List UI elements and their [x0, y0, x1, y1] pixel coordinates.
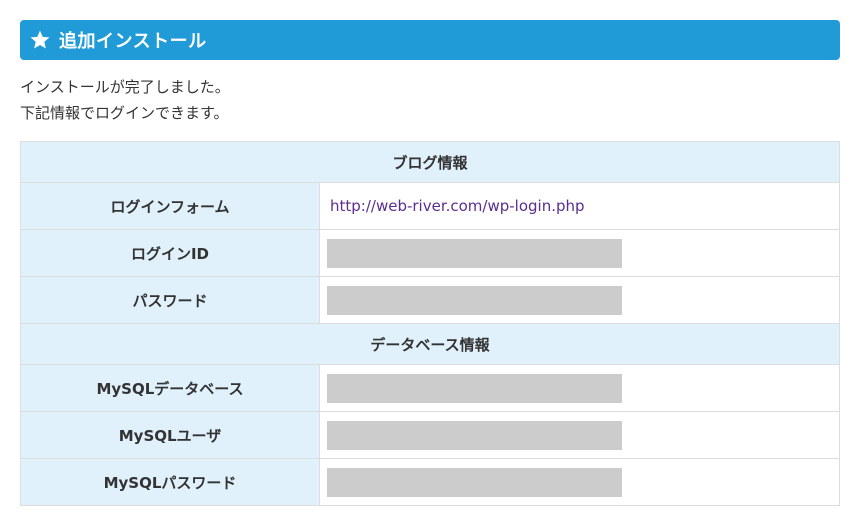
table-row: ログインフォーム http://web-river.com/wp-login.p… — [20, 182, 840, 230]
login-id-label: ログインID — [20, 229, 320, 277]
star-icon — [30, 30, 50, 49]
table-row: パスワード — [20, 276, 840, 324]
table-row: ログインID — [20, 229, 840, 277]
table-row: MySQLパスワード — [20, 458, 840, 506]
section-blog-info: ブログ情報 — [20, 141, 840, 183]
password-label: パスワード — [20, 276, 320, 324]
redacted-login-id — [327, 238, 622, 268]
completion-message: インストールが完了しました。 下記情報でログインできます。 — [20, 74, 230, 126]
table-row: MySQLユーザ — [20, 411, 840, 459]
header-title: 追加インストール — [59, 31, 207, 52]
section-title-database: データベース情報 — [20, 323, 840, 365]
redacted-mysql-password — [327, 467, 622, 497]
redacted-mysql-user — [327, 420, 622, 450]
password-value — [319, 276, 840, 324]
message-line-2: 下記情報でログインできます。 — [20, 104, 229, 122]
section-title-blog: ブログ情報 — [20, 141, 840, 183]
mysql-password-value — [319, 458, 840, 506]
mysql-database-label: MySQLデータベース — [20, 364, 320, 412]
credentials-table: ブログ情報 ログインフォーム http://web-river.com/wp-l… — [20, 141, 840, 506]
header-bar: 追加インストール — [20, 20, 840, 60]
mysql-user-value — [319, 411, 840, 459]
mysql-password-label: MySQLパスワード — [20, 458, 320, 506]
mysql-user-label: MySQLユーザ — [20, 411, 320, 459]
login-form-value: http://web-river.com/wp-login.php — [319, 182, 840, 230]
message-line-1: インストールが完了しました。 — [20, 78, 230, 96]
redacted-mysql-database — [327, 373, 622, 403]
section-database-info: データベース情報 — [20, 323, 840, 365]
login-form-label: ログインフォーム — [20, 182, 320, 230]
install-complete-panel: 追加インストール インストールが完了しました。 下記情報でログインできます。 ブ… — [0, 0, 860, 526]
login-form-link[interactable]: http://web-river.com/wp-login.php — [327, 197, 585, 215]
mysql-database-value — [319, 364, 840, 412]
redacted-password — [327, 285, 622, 315]
login-id-value — [319, 229, 840, 277]
table-row: MySQLデータベース — [20, 364, 840, 412]
